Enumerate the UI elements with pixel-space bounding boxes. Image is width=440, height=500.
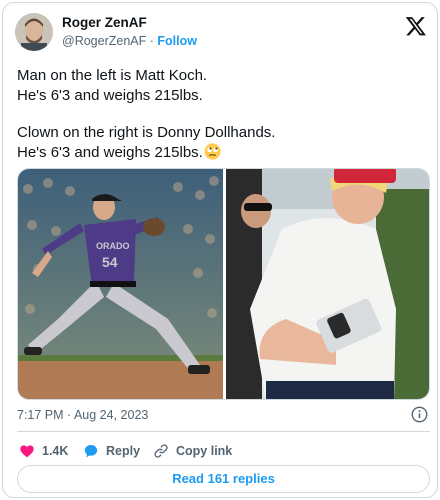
reply-bubble-icon [84, 445, 98, 458]
read-replies-button[interactable]: Read 161 replies [17, 465, 430, 493]
photo-pitcher[interactable]: ORADO 54 [18, 169, 223, 399]
reply-label: Reply [106, 444, 141, 458]
copy-link-label: Copy link [176, 444, 233, 458]
heart-icon [20, 445, 34, 458]
tweet-text-line-1: Man on the left is Matt Koch. [17, 67, 208, 84]
tweet-header: Roger ZenAF @RogerZenAF · Follow [15, 13, 429, 53]
tweet-timestamp[interactable]: 7:17 PM · Aug 24, 2023 [17, 408, 148, 422]
author-name[interactable]: Roger ZenAF [62, 15, 147, 30]
tweet-embed-card: Roger ZenAF @RogerZenAF · Follow Man on … [2, 2, 438, 498]
copy-link-button[interactable]: Copy link [153, 441, 232, 461]
x-logo-icon[interactable] [405, 15, 427, 37]
link-icon [154, 444, 168, 458]
avatar[interactable] [15, 13, 53, 51]
tweet-text-line-3: Clown on the right is Donny Dollhands. [17, 124, 276, 141]
tweet-text-line-4-text: He's 6'3 and weighs 215lbs. [17, 144, 203, 161]
reply-button[interactable]: Reply [83, 441, 140, 461]
author-handle-row: @RogerZenAF · Follow [62, 34, 197, 48]
jersey-number: 54 [102, 254, 118, 270]
divider [17, 431, 430, 432]
like-count: 1.4K [42, 444, 69, 458]
photo-golfer[interactable] [226, 169, 429, 399]
jersey-text: ORADO [96, 241, 130, 251]
tweet-text-line-2: He's 6'3 and weighs 215lbs. [17, 87, 203, 104]
follow-button[interactable]: Follow [157, 34, 197, 48]
separator-dot: · [149, 34, 154, 48]
author-handle[interactable]: @RogerZenAF [62, 34, 146, 48]
tweet-media[interactable]: ORADO 54 [17, 168, 430, 400]
rolling-eyes-emoji-icon [204, 143, 221, 160]
like-button[interactable]: 1.4K [19, 441, 68, 461]
info-icon[interactable] [411, 406, 428, 423]
tweet-text-line-4: He's 6'3 and weighs 215lbs. [17, 143, 427, 163]
